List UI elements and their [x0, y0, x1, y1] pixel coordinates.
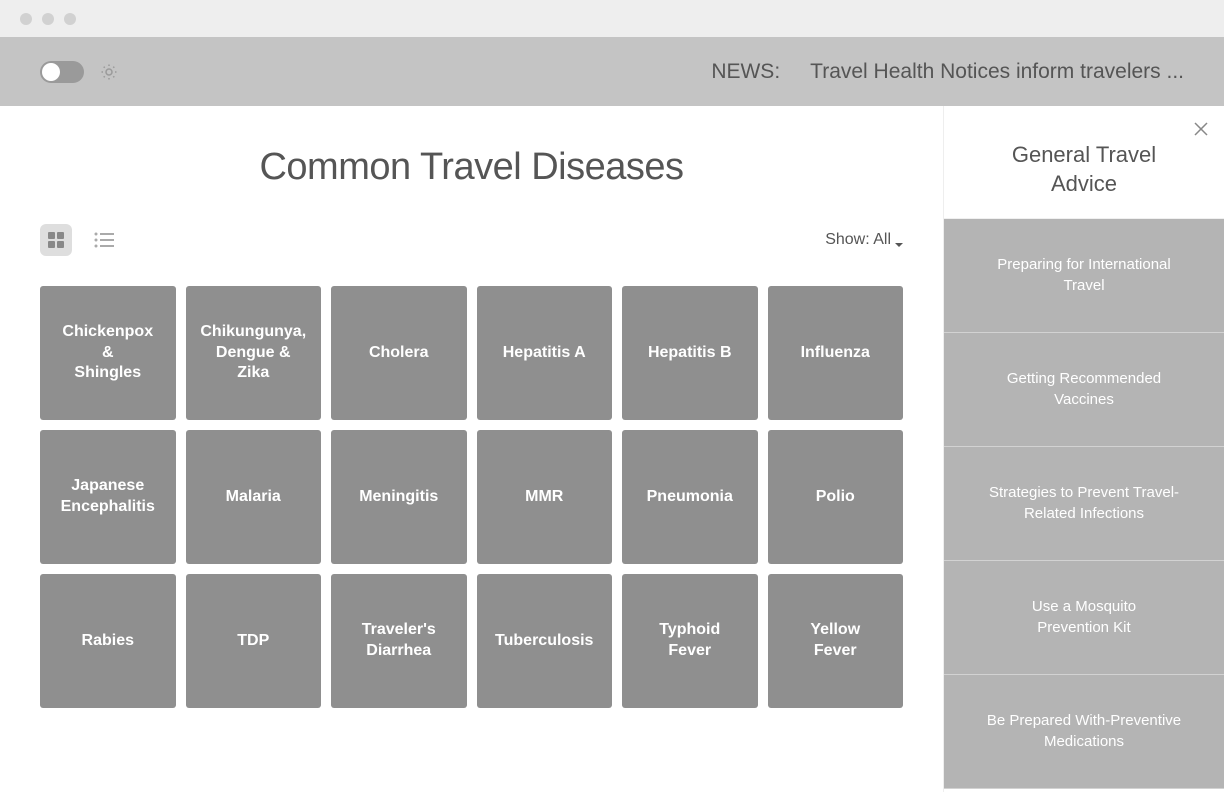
advice-label: Be Prepared With-Preventive Medications: [987, 711, 1181, 752]
news-label: NEWS:: [711, 60, 780, 84]
theme-toggle[interactable]: [40, 61, 84, 83]
disease-label: Typhoid Fever: [659, 620, 720, 662]
window-dot-close[interactable]: [20, 13, 32, 25]
sidebar: General Travel Advice Preparing for Inte…: [943, 106, 1224, 792]
advice-label: Preparing for International Travel: [997, 255, 1170, 296]
disease-label: Chickenpox & Shingles: [62, 322, 153, 384]
disease-label: Pneumonia: [647, 487, 733, 508]
advice-list: Preparing for International Travel Getti…: [944, 219, 1224, 792]
chevron-down-icon: [895, 236, 903, 244]
disease-card[interactable]: Pneumonia: [622, 430, 758, 564]
disease-card[interactable]: MMR: [477, 430, 613, 564]
disease-card[interactable]: Polio: [768, 430, 904, 564]
disease-card[interactable]: TDP: [186, 574, 322, 708]
sidebar-header: General Travel Advice: [944, 106, 1224, 219]
grid-icon: [48, 232, 64, 248]
toggle-knob: [42, 63, 60, 81]
news-text[interactable]: Travel Health Notices inform travelers .…: [810, 60, 1184, 84]
disease-card[interactable]: Traveler's Diarrhea: [331, 574, 467, 708]
disease-card[interactable]: Rabies: [40, 574, 176, 708]
disease-label: Hepatitis A: [503, 343, 586, 364]
disease-label: Japanese Encephalitis: [61, 476, 155, 518]
advice-label: Strategies to Prevent Travel- Related In…: [989, 483, 1179, 524]
disease-grid: Chickenpox & Shingles Chikungunya, Dengu…: [40, 286, 903, 708]
disease-label: Traveler's Diarrhea: [362, 620, 436, 662]
disease-label: Hepatitis B: [648, 343, 732, 364]
close-icon: [1193, 121, 1209, 137]
disease-label: Rabies: [82, 631, 134, 652]
advice-item[interactable]: Use a Mosquito Prevention Kit: [944, 561, 1224, 675]
disease-card[interactable]: Hepatitis A: [477, 286, 613, 420]
window-dot-minimize[interactable]: [42, 13, 54, 25]
news-ticker: NEWS: Travel Health Notices inform trave…: [711, 60, 1184, 84]
toolbar: Show: All: [40, 224, 903, 256]
top-bar-left: [40, 61, 118, 83]
disease-label: Yellow Fever: [810, 620, 860, 662]
disease-label: MMR: [525, 487, 563, 508]
disease-card[interactable]: Chickenpox & Shingles: [40, 286, 176, 420]
advice-item[interactable]: Preparing for International Travel: [944, 219, 1224, 333]
disease-card[interactable]: Yellow Fever: [768, 574, 904, 708]
disease-label: Meningitis: [359, 487, 438, 508]
disease-label: TDP: [237, 631, 269, 652]
disease-card[interactable]: Japanese Encephalitis: [40, 430, 176, 564]
top-bar: NEWS: Travel Health Notices inform trave…: [0, 37, 1224, 106]
disease-label: Chikungunya, Dengue & Zika: [200, 322, 306, 384]
disease-card[interactable]: Hepatitis B: [622, 286, 758, 420]
grid-view-button[interactable]: [40, 224, 72, 256]
disease-label: Cholera: [369, 343, 429, 364]
sidebar-title: General Travel Advice: [964, 141, 1204, 198]
main-container: Common Travel Diseases: [0, 106, 1224, 792]
disease-card[interactable]: Chikungunya, Dengue & Zika: [186, 286, 322, 420]
filter-dropdown[interactable]: Show: All: [825, 231, 903, 249]
advice-item[interactable]: Be Prepared With-Preventive Medications: [944, 675, 1224, 789]
advice-item[interactable]: Strategies to Prevent Travel- Related In…: [944, 447, 1224, 561]
list-icon: [94, 232, 114, 248]
disease-label: Polio: [816, 487, 855, 508]
disease-label: Malaria: [226, 487, 281, 508]
disease-card[interactable]: Influenza: [768, 286, 904, 420]
window-dot-maximize[interactable]: [64, 13, 76, 25]
disease-card[interactable]: Meningitis: [331, 430, 467, 564]
disease-label: Tuberculosis: [495, 631, 593, 652]
content-area: Common Travel Diseases: [0, 106, 943, 792]
advice-item[interactable]: Getting Recommended Vaccines: [944, 333, 1224, 447]
list-view-button[interactable]: [88, 224, 120, 256]
disease-card[interactable]: Typhoid Fever: [622, 574, 758, 708]
filter-label: Show: All: [825, 231, 891, 249]
advice-label: Getting Recommended Vaccines: [1007, 369, 1161, 410]
disease-card[interactable]: Malaria: [186, 430, 322, 564]
disease-card[interactable]: Cholera: [331, 286, 467, 420]
advice-label: Use a Mosquito Prevention Kit: [1032, 597, 1136, 638]
close-button[interactable]: [1193, 121, 1209, 137]
disease-label: Influenza: [801, 343, 870, 364]
disease-card[interactable]: Tuberculosis: [477, 574, 613, 708]
sun-icon: [100, 63, 118, 81]
page-title: Common Travel Diseases: [40, 146, 903, 189]
window-chrome: [0, 0, 1224, 37]
view-controls: [40, 224, 120, 256]
